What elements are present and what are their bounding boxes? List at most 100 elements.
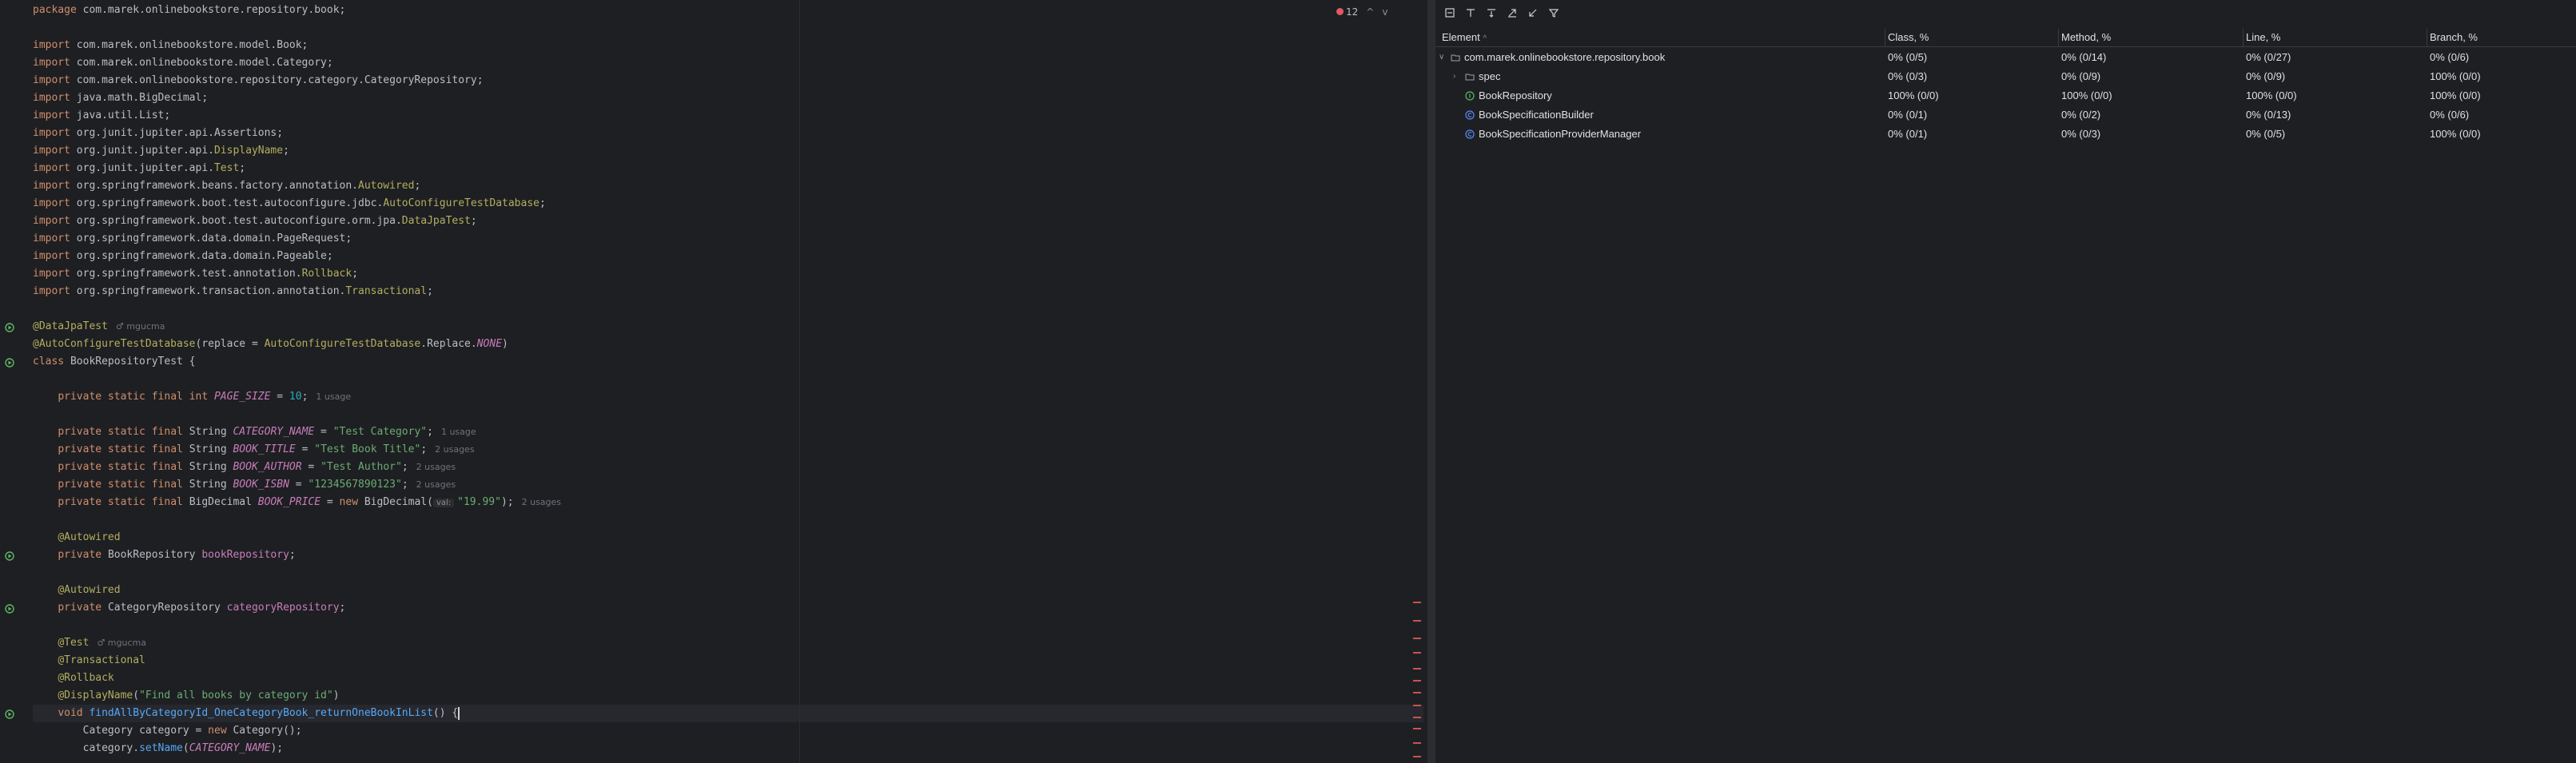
code-line[interactable]: import com.marek.onlinebookstore.reposit…: [33, 72, 484, 89]
code-editor[interactable]: package com.marek.onlinebookstore.reposi…: [0, 0, 1427, 763]
error-stripe-mark[interactable]: [1413, 728, 1421, 729]
error-stripe-mark[interactable]: [1413, 668, 1421, 670]
run-test-gutter-icon[interactable]: [5, 321, 19, 332]
code-line[interactable]: import com.marek.onlinebookstore.model.B…: [33, 37, 308, 54]
code-line[interactable]: import org.springframework.boot.test.aut…: [33, 213, 477, 230]
code-line[interactable]: import org.junit.jupiter.api.Assertions;: [33, 125, 283, 142]
column-branch[interactable]: Branch, %: [2430, 31, 2478, 43]
run-test-gutter-icon[interactable]: [5, 602, 19, 614]
code-line[interactable]: private static final String BOOK_ISBN = …: [33, 476, 456, 494]
filter-button[interactable]: [1546, 6, 1562, 22]
error-stripe-mark[interactable]: [1413, 705, 1421, 706]
coverage-row[interactable]: › spec 0% (0/3) 0% (0/9) 0% (0/9) 100% (0/0): [1435, 67, 2576, 86]
export-button[interactable]: [1504, 6, 1520, 22]
code-line[interactable]: import org.springframework.test.annotati…: [33, 265, 358, 283]
inlay-hint[interactable]: 2 usages: [416, 462, 456, 472]
inlay-hint[interactable]: 1 usage: [316, 391, 351, 402]
error-stripe-mark[interactable]: [1413, 692, 1421, 693]
next-highlight-button[interactable]: v: [1382, 6, 1388, 18]
code-line[interactable]: private static final BigDecimal BOOK_PRI…: [33, 494, 561, 511]
collapse-button[interactable]: [1442, 6, 1458, 22]
code-line[interactable]: @DataJpaTest ♂ mgucma: [33, 318, 165, 336]
editor-scrollbar[interactable]: [1413, 0, 1427, 763]
code-token: import: [33, 57, 77, 69]
code-token: =: [314, 426, 333, 438]
code-line[interactable]: private static final int PAGE_SIZE = 10;…: [33, 388, 351, 406]
code-token: );: [500, 496, 514, 508]
chevron-down-icon[interactable]: ∨: [1439, 48, 1447, 67]
coverage-element-cell: › spec: [1453, 67, 1500, 86]
code-line[interactable]: Category category = new Category();: [33, 722, 302, 740]
error-stripe-mark[interactable]: [1413, 638, 1421, 639]
code-area[interactable]: package com.marek.onlinebookstore.reposi…: [33, 0, 1423, 763]
code-line[interactable]: private BookRepository bookRepository;: [33, 546, 296, 564]
code-line[interactable]: private static final String CATEGORY_NAM…: [33, 423, 476, 441]
code-line[interactable]: import org.springframework.data.domain.P…: [33, 230, 352, 248]
error-stripe-mark[interactable]: [1413, 652, 1421, 654]
run-test-gutter-icon[interactable]: [5, 550, 19, 561]
error-stripe-mark[interactable]: [1413, 680, 1421, 682]
code-token: category: [139, 725, 189, 737]
code-line[interactable]: import java.util.List;: [33, 107, 170, 125]
code-token: ;: [289, 549, 296, 561]
code-line[interactable]: import org.springframework.boot.test.aut…: [33, 195, 546, 213]
code-line[interactable]: class BookRepositoryTest {: [33, 353, 196, 371]
code-line[interactable]: import com.marek.onlinebookstore.model.C…: [33, 54, 333, 72]
error-icon: [1336, 8, 1344, 15]
code-line[interactable]: import org.junit.jupiter.api.Test;: [33, 160, 245, 177]
code-line[interactable]: private static final String BOOK_TITLE =…: [33, 441, 474, 459]
code-line[interactable]: package com.marek.onlinebookstore.reposi…: [33, 2, 345, 19]
code-line[interactable]: @Transactional: [33, 652, 145, 670]
coverage-row[interactable]: BookSpecificationBuilder 0% (0/1) 0% (0/2)…: [1435, 105, 2576, 125]
code-line[interactable]: import org.springframework.transaction.a…: [33, 283, 433, 300]
error-stripe-mark[interactable]: [1413, 756, 1421, 757]
column-line[interactable]: Line, %: [2246, 31, 2280, 43]
inlay-hint[interactable]: 1 usage: [441, 427, 476, 437]
inlay-hint[interactable]: 2 usages: [522, 497, 561, 507]
error-stripe-mark[interactable]: [1413, 620, 1421, 622]
column-class[interactable]: Class, %: [1888, 31, 1929, 43]
code-line[interactable]: @Autowired: [33, 582, 120, 599]
code-line[interactable]: void findAllByCategoryId_OneCategoryBook…: [33, 705, 1423, 722]
coverage-row[interactable]: BookRepository 100% (0/0) 100% (0/0) 100% (…: [1435, 86, 2576, 105]
code-line[interactable]: @Test ♂ mgucma: [33, 634, 146, 652]
code-line[interactable]: import java.math.BigDecimal;: [33, 89, 208, 107]
error-stripe-mark[interactable]: [1413, 742, 1421, 744]
coverage-row[interactable]: ∨ com.marek.onlinebookstore.repository.bo…: [1435, 48, 2576, 67]
code-line[interactable]: @AutoConfigureTestDatabase(replace = Aut…: [33, 336, 508, 353]
run-test-gutter-icon[interactable]: [5, 356, 19, 368]
code-line[interactable]: import org.junit.jupiter.api.DisplayName…: [33, 142, 289, 160]
column-element[interactable]: Element ^: [1442, 31, 1487, 43]
previous-highlight-button[interactable]: ^: [1366, 6, 1374, 18]
import-button[interactable]: [1525, 6, 1541, 22]
inlay-hint[interactable]: 2 usages: [435, 444, 474, 455]
inlay-hint[interactable]: ♂ mgucma: [116, 321, 165, 332]
code-line[interactable]: import org.springframework.data.domain.P…: [33, 248, 333, 265]
run-test-gutter-icon[interactable]: [5, 708, 19, 719]
inlay-hint[interactable]: ♂ mgucma: [97, 638, 146, 648]
inlay-hint[interactable]: 2 usages: [416, 479, 456, 490]
code-line[interactable]: private CategoryRepository categoryRepos…: [33, 599, 345, 617]
flatten-packages-button[interactable]: [1463, 6, 1479, 22]
code-line[interactable]: private static final String BOOK_AUTHOR …: [33, 459, 456, 476]
code-line[interactable]: @Autowired: [33, 529, 120, 546]
code-line[interactable]: category.setName(CATEGORY_NAME);: [33, 740, 283, 757]
column-method[interactable]: Method, %: [2061, 31, 2111, 43]
chevron-right-icon[interactable]: ›: [1453, 67, 1461, 86]
coverage-row[interactable]: BookSpecificationProviderManager 0% (0/1)…: [1435, 125, 2576, 144]
code-line[interactable]: import org.springframework.beans.factory…: [33, 177, 420, 195]
code-line[interactable]: @Rollback: [33, 670, 113, 687]
code-token: org.springframework.test.annotation.: [76, 268, 302, 280]
navigate-button[interactable]: [1483, 6, 1499, 22]
error-indicator[interactable]: 12: [1336, 6, 1358, 18]
error-stripe-mark[interactable]: [1413, 602, 1421, 603]
code-line[interactable]: @DisplayName("Find all books by category…: [33, 687, 339, 705]
panel-splitter[interactable]: [1427, 0, 1435, 763]
code-token: Category();: [233, 725, 302, 737]
code-token: Category: [33, 725, 140, 737]
error-stripe-mark[interactable]: [1413, 717, 1421, 718]
coverage-class-cell: 0% (0/1): [1888, 128, 1928, 140]
inspection-widget[interactable]: 12 ^ v: [1336, 5, 1388, 19]
coverage-branch-cell: 100% (0/0): [2430, 89, 2481, 101]
coverage-table-header: Element ^ Class, % Method, % Line, % Bra…: [1435, 29, 2576, 47]
